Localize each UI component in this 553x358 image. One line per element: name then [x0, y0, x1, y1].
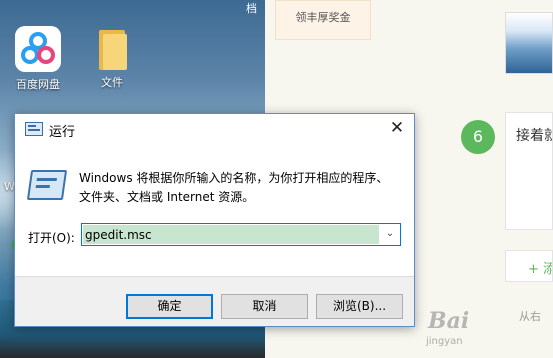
- step-number-badge: 6: [461, 120, 495, 154]
- folder-icon: [97, 30, 127, 70]
- reward-text: 领丰厚奖金: [295, 11, 351, 24]
- combo-dropdown-button[interactable]: ⌄: [380, 224, 400, 245]
- cancel-button[interactable]: 取消: [221, 294, 308, 319]
- browse-button[interactable]: 浏览(B)...: [316, 294, 403, 319]
- source-text: 从右: [519, 310, 541, 323]
- thumbnail-image[interactable]: [505, 12, 553, 74]
- desktop-icon-folder[interactable]: 文件: [82, 28, 142, 90]
- run-app-icon: [25, 122, 43, 136]
- reward-card[interactable]: 领丰厚奖金: [275, 0, 371, 40]
- add-button[interactable]: + 添: [505, 250, 553, 282]
- watermark-subtext: jingyan: [426, 336, 463, 347]
- run-dialog: 运行 ✕ Windows 将根据你所输入的名称，为你打开相应的程序、 文件夹、文…: [14, 113, 415, 327]
- dialog-title: 运行: [49, 125, 76, 140]
- add-label: + 添: [528, 262, 552, 277]
- desktop-top-text: 档: [246, 2, 257, 15]
- open-input[interactable]: [83, 225, 379, 244]
- desktop-icon-label: 百度网盘: [16, 78, 60, 91]
- description-line-2: 文件夹、文档或 Internet 资源。: [79, 190, 255, 204]
- step-text: 接着就: [516, 128, 552, 144]
- desktop-icon-baidu-netdisk[interactable]: 百度网盘: [8, 26, 68, 92]
- step-text-box: 接着就: [505, 112, 553, 230]
- dialog-titlebar[interactable]: 运行 ✕: [15, 114, 414, 144]
- close-icon: ✕: [389, 118, 405, 138]
- dialog-footer: 确定 取消 浏览(B)...: [15, 276, 414, 326]
- baidu-netdisk-icon: [15, 26, 61, 72]
- ok-button[interactable]: 确定: [126, 294, 213, 319]
- open-label: 打开(O):: [28, 231, 75, 245]
- open-combobox[interactable]: ⌄: [81, 223, 401, 246]
- description-line-1: Windows 将根据你所输入的名称，为你打开相应的程序、: [79, 171, 389, 185]
- desktop-icon-label: 文件: [101, 76, 123, 89]
- chevron-down-icon: ⌄: [385, 228, 395, 239]
- run-program-icon: [26, 170, 68, 200]
- close-button[interactable]: ✕: [380, 114, 414, 144]
- watermark-logo: Bai: [428, 308, 470, 334]
